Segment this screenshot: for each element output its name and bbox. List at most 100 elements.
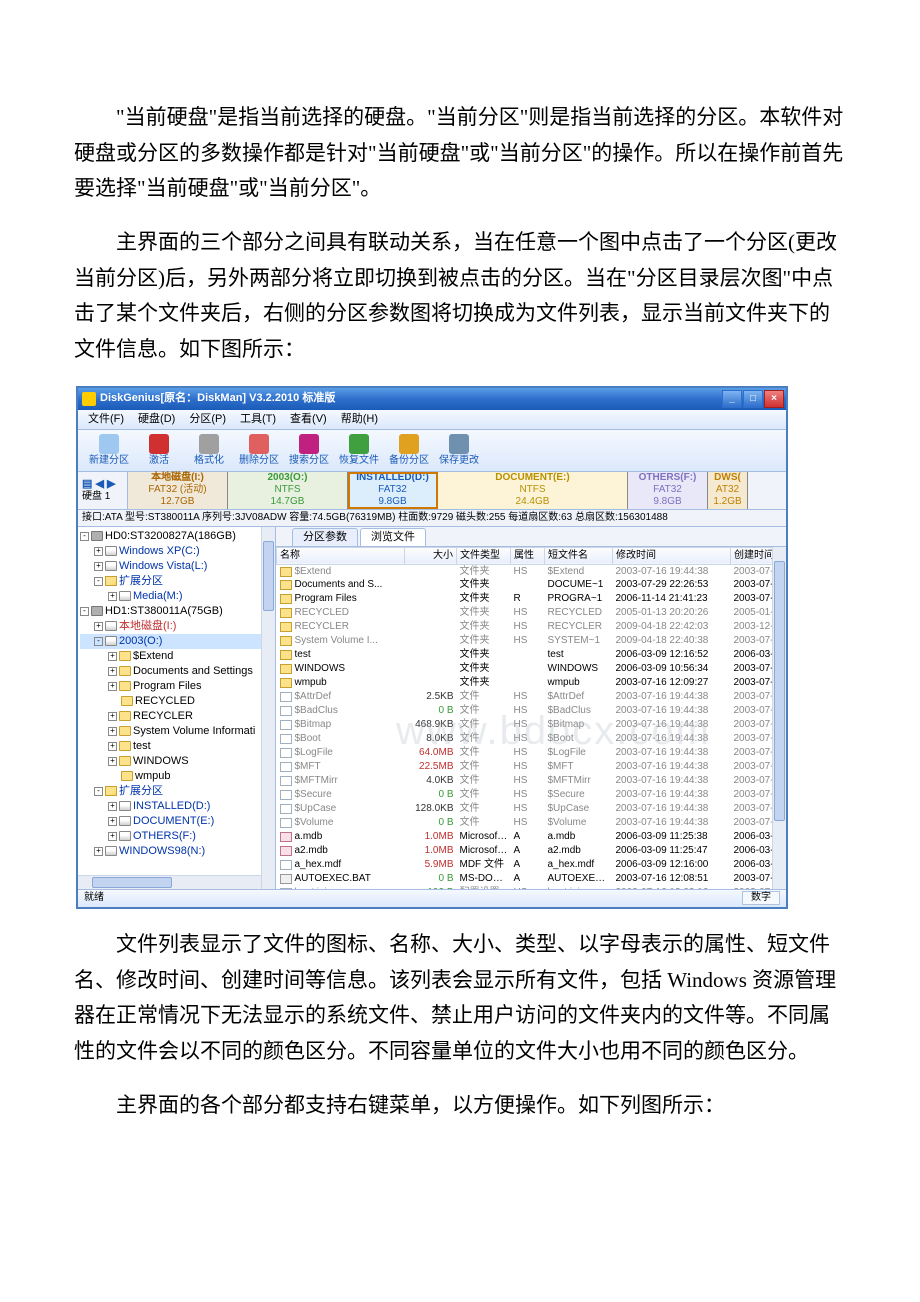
tree-row[interactable]: +Program Files	[80, 679, 273, 694]
expand-icon[interactable]: +	[108, 667, 117, 676]
expand-icon[interactable]: +	[94, 562, 103, 571]
file-list[interactable]: www.bdocx.com 名称大小文件类型属性短文件名修改时间创建时间 $Ex…	[276, 547, 786, 889]
menu-item[interactable]: 文件(F)	[82, 411, 130, 428]
tree-pane[interactable]: -HD0:ST3200827A(186GB)+Windows XP(C:)+Wi…	[78, 527, 276, 889]
file-row[interactable]: RECYCLER文件夹HSRECYCLER2009-04-18 22:42:03…	[277, 620, 787, 634]
tree-row[interactable]: +WINDOWS	[80, 754, 273, 769]
toolbar-button[interactable]: 新建分区	[84, 434, 134, 467]
tree-row[interactable]: +$Extend	[80, 649, 273, 664]
column-header[interactable]: 属性	[511, 547, 545, 564]
file-row[interactable]: WINDOWS文件夹WINDOWS2006-03-09 10:56:342003…	[277, 662, 787, 676]
column-header[interactable]: 文件类型	[457, 547, 511, 564]
partition-block[interactable]: INSTALLED(D:)FAT329.8GB	[348, 472, 438, 509]
expand-icon[interactable]: -	[94, 637, 103, 646]
file-row[interactable]: a_hex.mdf5.9MBMDF 文件Aa_hex.mdf2006-03-09…	[277, 858, 787, 872]
file-row[interactable]: Program Files文件夹RPROGRA~12006-11-14 21:4…	[277, 592, 787, 606]
file-row[interactable]: $Extend文件夹HS$Extend2003-07-16 19:44:3820…	[277, 564, 787, 578]
column-header[interactable]: 大小	[405, 547, 457, 564]
tab-browse-files[interactable]: 浏览文件	[360, 528, 426, 546]
disk-nav[interactable]: ▤ ◀ ▶ 硬盘 1	[78, 472, 128, 509]
file-row[interactable]: $Volume0 B文件HS$Volume2003-07-16 19:44:38…	[277, 816, 787, 830]
tree-row[interactable]: +DOCUMENT(E:)	[80, 814, 273, 829]
file-row[interactable]: a2.mdb1.0MBMicrosoft...Aa2.mdb2006-03-09…	[277, 844, 787, 858]
expand-icon[interactable]: +	[108, 802, 117, 811]
file-row[interactable]: $Bitmap468.9KB文件HS$Bitmap2003-07-16 19:4…	[277, 718, 787, 732]
tree-row[interactable]: wmpub	[80, 769, 273, 784]
toolbar-button[interactable]: 格式化	[184, 434, 234, 467]
menu-item[interactable]: 工具(T)	[234, 411, 282, 428]
files-vscroll[interactable]	[772, 547, 786, 889]
close-button[interactable]: ×	[764, 390, 784, 408]
file-row[interactable]: $UpCase128.0KB文件HS$UpCase2003-07-16 19:4…	[277, 802, 787, 816]
tree-row[interactable]: +OTHERS(F:)	[80, 829, 273, 844]
column-header[interactable]: 短文件名	[545, 547, 613, 564]
tree-row[interactable]: +本地磁盘(I:)	[80, 619, 273, 634]
partition-block[interactable]: 本地磁盘(I:)FAT32 (活动)12.7GB	[128, 472, 228, 509]
file-row[interactable]: RECYCLED文件夹HSRECYCLED2005-01-13 20:20:26…	[277, 606, 787, 620]
partition-block[interactable]: 2003(O:)NTFS14.7GB	[228, 472, 348, 509]
expand-icon[interactable]: +	[108, 727, 117, 736]
expand-icon[interactable]: +	[108, 742, 117, 751]
toolbar-button[interactable]: 删除分区	[234, 434, 284, 467]
partition-block[interactable]: DWS(AT321.2GB	[708, 472, 748, 509]
partition-block[interactable]: OTHERS(F:)FAT329.8GB	[628, 472, 708, 509]
tree-row[interactable]: -2003(O:)	[80, 634, 273, 649]
toolbar-button[interactable]: 恢复文件	[334, 434, 384, 467]
tree-row[interactable]: RECYCLED	[80, 694, 273, 709]
expand-icon[interactable]: +	[108, 832, 117, 841]
file-row[interactable]: System Volume I...文件夹HSSYSTEM~12009-04-1…	[277, 634, 787, 648]
expand-icon[interactable]: +	[94, 847, 103, 856]
file-row[interactable]: $BadClus0 B文件HS$BadClus2003-07-16 19:44:…	[277, 704, 787, 718]
file-row[interactable]: $Secure0 B文件HS$Secure2003-07-16 19:44:38…	[277, 788, 787, 802]
column-header[interactable]: 修改时间	[613, 547, 731, 564]
file-row[interactable]: test文件夹test2006-03-09 12:16:522006-03-08…	[277, 648, 787, 662]
file-row[interactable]: $MFT22.5MB文件HS$MFT2003-07-16 19:44:38200…	[277, 760, 787, 774]
tree-hscroll[interactable]	[78, 875, 261, 889]
maximize-button[interactable]: □	[743, 390, 763, 408]
tree-row[interactable]: -扩展分区	[80, 784, 273, 799]
file-row[interactable]: $MFTMirr4.0KB文件HS$MFTMirr2003-07-16 19:4…	[277, 774, 787, 788]
expand-icon[interactable]: +	[108, 682, 117, 691]
tree-row[interactable]: -HD0:ST3200827A(186GB)	[80, 529, 273, 544]
expand-icon[interactable]: -	[94, 787, 103, 796]
tree-row[interactable]: +INSTALLED(D:)	[80, 799, 273, 814]
titlebar[interactable]: DiskGenius[原名：DiskMan] V3.2.2010 标准版 _ □…	[78, 388, 786, 410]
expand-icon[interactable]: +	[94, 547, 103, 556]
tree-row[interactable]: -HD1:ST380011A(75GB)	[80, 604, 273, 619]
tree-row[interactable]: -扩展分区	[80, 574, 273, 589]
toolbar-button[interactable]: 搜索分区	[284, 434, 334, 467]
menu-item[interactable]: 帮助(H)	[335, 411, 384, 428]
file-row[interactable]: AUTOEXEC.BAT0 BMS-DOS 批...AAUTOEXEC.BAT2…	[277, 872, 787, 886]
file-row[interactable]: $Boot8.0KB文件HS$Boot2003-07-16 19:44:3820…	[277, 732, 787, 746]
nav-arrows-icon[interactable]: ▤ ◀ ▶	[82, 478, 115, 491]
tree-row[interactable]: +Windows XP(C:)	[80, 544, 273, 559]
expand-icon[interactable]: -	[94, 577, 103, 586]
menu-item[interactable]: 分区(P)	[183, 411, 232, 428]
file-row[interactable]: a.mdb1.0MBMicrosoft...Aa.mdb2006-03-09 1…	[277, 830, 787, 844]
file-row[interactable]: Documents and S...文件夹DOCUME~12003-07-29 …	[277, 578, 787, 592]
expand-icon[interactable]: +	[108, 652, 117, 661]
expand-icon[interactable]: -	[80, 607, 89, 616]
expand-icon[interactable]: +	[94, 622, 103, 631]
expand-icon[interactable]: -	[80, 532, 89, 541]
menu-item[interactable]: 硬盘(D)	[132, 411, 181, 428]
file-row[interactable]: $AttrDef2.5KB文件HS$AttrDef2003-07-16 19:4…	[277, 690, 787, 704]
toolbar-button[interactable]: 保存更改	[434, 434, 484, 467]
tree-row[interactable]: +Windows Vista(L:)	[80, 559, 273, 574]
tree-vscroll[interactable]	[261, 527, 275, 889]
expand-icon[interactable]: +	[108, 712, 117, 721]
tree-row[interactable]: +System Volume Informati	[80, 724, 273, 739]
menu-item[interactable]: 查看(V)	[284, 411, 333, 428]
expand-icon[interactable]: +	[108, 592, 117, 601]
file-row[interactable]: boot.ini192 B配置设置HSboot.ini2003-07-16 12…	[277, 886, 787, 889]
tab-partition-params[interactable]: 分区参数	[292, 528, 358, 546]
expand-icon[interactable]: +	[108, 817, 117, 826]
tree-row[interactable]: +Documents and Settings	[80, 664, 273, 679]
partition-block[interactable]: DOCUMENT(E:)NTFS24.4GB	[438, 472, 628, 509]
tree-row[interactable]: +Media(M:)	[80, 589, 273, 604]
tree-row[interactable]: +test	[80, 739, 273, 754]
file-row[interactable]: $LogFile64.0MB文件HS$LogFile2003-07-16 19:…	[277, 746, 787, 760]
expand-icon[interactable]: +	[108, 757, 117, 766]
toolbar-button[interactable]: 备份分区	[384, 434, 434, 467]
minimize-button[interactable]: _	[722, 390, 742, 408]
